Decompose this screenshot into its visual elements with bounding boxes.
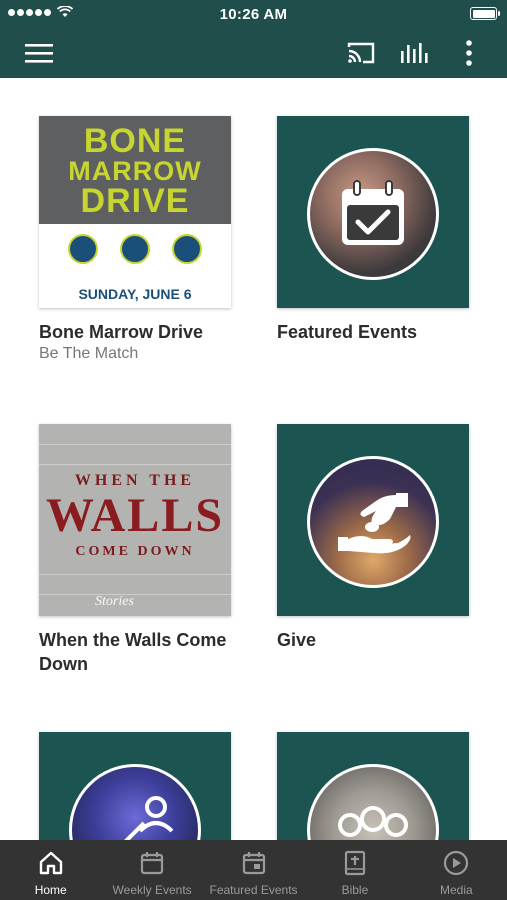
give-circle [307, 456, 439, 588]
card-give[interactable]: Give [277, 424, 469, 652]
bone-marrow-line2: MARROW [68, 156, 202, 186]
card-groups[interactable] [277, 732, 469, 840]
connect-thumbnail[interactable] [39, 732, 231, 840]
home-icon [38, 850, 64, 876]
tab-home-label: Home [34, 883, 67, 897]
dna-icon [172, 234, 202, 264]
give-thumbnail[interactable] [277, 424, 469, 616]
connect-circle [69, 764, 201, 840]
tab-featured-events[interactable]: Featured Events [203, 840, 304, 900]
tab-weekly-events[interactable]: Weekly Events [101, 840, 202, 900]
hamburger-icon[interactable] [22, 36, 56, 70]
tab-bible-label: Bible [341, 883, 369, 897]
card-title[interactable]: Bone Marrow Drive [39, 320, 231, 344]
card-title[interactable]: When the Walls Come Down [39, 628, 231, 676]
tab-home[interactable]: Home [0, 840, 101, 900]
walls-thumbnail[interactable]: WHEN THE WALLS COME DOWN Stories [39, 424, 231, 616]
bone-marrow-date: SUNDAY, JUNE 6 [78, 286, 192, 302]
tab-weekly-events-label: Weekly Events [112, 883, 192, 897]
tab-bible[interactable]: Bible [304, 840, 405, 900]
bone-marrow-footer: SUNDAY, JUNE 6 [39, 224, 231, 308]
card-title[interactable]: Give [277, 628, 469, 652]
cast-icon[interactable] [344, 36, 378, 70]
app-bar [0, 28, 507, 78]
stories-logo: Stories [95, 594, 134, 609]
groups-circle [307, 764, 439, 840]
calendar-check-icon [342, 180, 404, 245]
card-bone-marrow-drive[interactable]: BONE MARROW DRIVE SUNDAY, JUNE 6 Bone Ma… [39, 116, 231, 363]
bone-marrow-steps [39, 234, 231, 264]
calendar-event-icon [241, 850, 267, 876]
play-circle-icon [443, 850, 469, 876]
people-network-icon [124, 796, 174, 840]
groups-thumbnail[interactable] [277, 732, 469, 840]
group-icon [338, 806, 408, 837]
card-when-the-walls[interactable]: WHEN THE WALLS COME DOWN Stories When th… [39, 424, 231, 676]
battery-icon [470, 7, 500, 20]
more-vertical-icon[interactable] [452, 36, 486, 70]
laptop-icon [68, 234, 98, 264]
tab-media-label: Media [439, 883, 473, 897]
giving-hands-icon [338, 493, 411, 554]
bone-marrow-thumbnail[interactable]: BONE MARROW DRIVE SUNDAY, JUNE 6 [39, 116, 231, 308]
card-connect[interactable] [39, 732, 231, 840]
equalizer-icon[interactable] [397, 36, 431, 70]
tab-media[interactable]: Media [406, 840, 507, 900]
card-featured-events[interactable]: Featured Events [277, 116, 469, 344]
status-time: 10:26 AM [219, 6, 288, 23]
card-title[interactable]: Featured Events [277, 320, 469, 344]
bone-marrow-line1: BONE [83, 122, 187, 160]
bone-marrow-line3: DRIVE [80, 182, 190, 220]
featured-events-thumbnail[interactable] [277, 116, 469, 308]
card-subtitle: Be The Match [39, 345, 139, 362]
tab-bar: Home Weekly Events Featured Events Bible… [0, 840, 507, 900]
content-grid: BONE MARROW DRIVE SUNDAY, JUNE 6 Bone Ma… [0, 78, 507, 840]
tab-featured-events-label: Featured Events [209, 883, 298, 897]
swab-icon [120, 234, 150, 264]
status-bar: 10:26 AM [0, 0, 507, 28]
walls-line2: WALLS [45, 489, 225, 542]
bone-marrow-header: BONE MARROW DRIVE [39, 116, 231, 224]
calendar-icon [139, 850, 165, 876]
walls-line3: COME DOWN [75, 544, 195, 559]
featured-events-circle [307, 148, 439, 280]
bible-icon [342, 850, 368, 876]
